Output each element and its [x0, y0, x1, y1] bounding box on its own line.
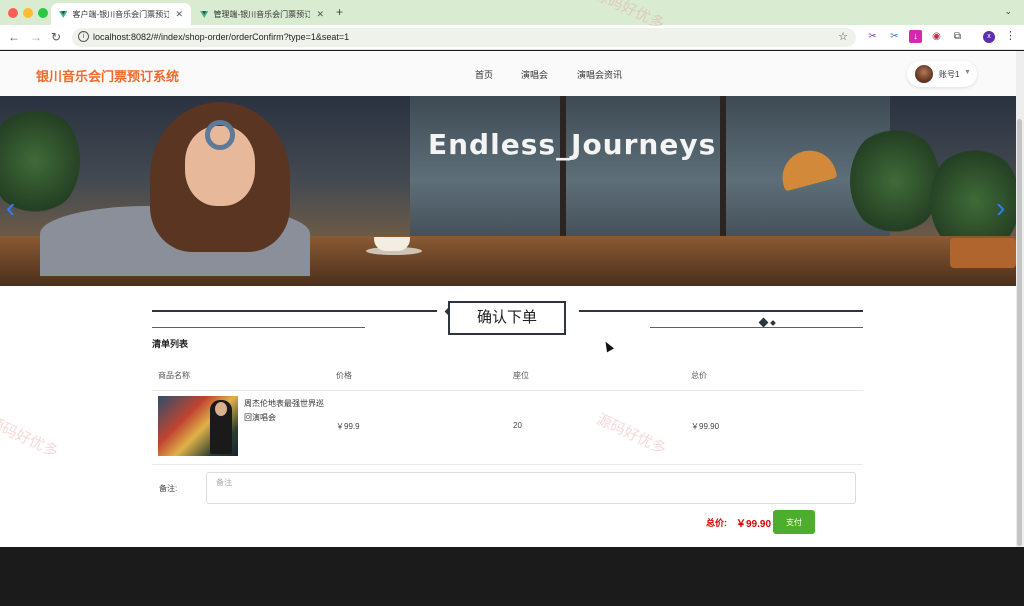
avatar — [915, 65, 933, 83]
maximize-window-button[interactable] — [38, 8, 48, 18]
column-header-price: 价格 — [336, 371, 352, 380]
product-price: ￥99.9 — [336, 422, 360, 431]
product-thumbnail — [158, 396, 238, 456]
banner-plant — [850, 126, 940, 236]
product-seat: 20 — [513, 421, 522, 430]
vue-icon — [200, 10, 209, 18]
tool-extension-icon[interactable]: ✂ — [888, 30, 901, 43]
forward-icon[interactable]: → — [30, 30, 42, 44]
banner-window-frame — [560, 96, 566, 236]
table-divider — [152, 390, 863, 391]
site-header: 银川音乐会门票预订系统 首页 演唱会 演唱会资讯 账号1 ▼ — [0, 51, 1016, 96]
banner-cup — [374, 237, 410, 251]
title-decoration — [579, 310, 863, 312]
carousel-prev-icon[interactable]: ‹ — [6, 194, 15, 222]
diamond-decoration — [770, 320, 776, 326]
site-brand[interactable]: 银川音乐会门票预订系统 — [36, 66, 179, 85]
tab-client[interactable]: 客户端-银川音乐会门票预订系统 ✕ — [51, 3, 191, 25]
banner-carousel[interactable]: Endless_Journeys ‹ › — [0, 96, 1016, 286]
remark-input[interactable] — [206, 472, 856, 504]
tab-title: 客户端-银川音乐会门票预订系统 — [72, 9, 170, 19]
banner-title: Endless_Journeys — [428, 128, 717, 161]
banner-pot — [950, 238, 1016, 268]
page-title: 确认下单 — [448, 301, 566, 335]
download-extension-icon[interactable]: ↓ — [909, 30, 922, 43]
title-decoration — [152, 327, 365, 328]
product-thumbnail-face — [215, 402, 227, 416]
carousel-next-icon[interactable]: › — [996, 194, 1005, 222]
extensions-puzzle-icon[interactable]: ⧉ — [951, 30, 964, 43]
bookmark-star-icon[interactable]: ☆ — [838, 30, 848, 43]
close-tab-icon[interactable]: ✕ — [316, 9, 324, 20]
title-decoration — [152, 310, 437, 312]
nav-concerts[interactable]: 演唱会 — [521, 68, 548, 81]
list-title: 清单列表 — [152, 339, 189, 349]
banner-window-frame — [720, 96, 726, 236]
new-tab-button[interactable]: + — [336, 5, 343, 19]
pay-button[interactable]: 支付 — [773, 510, 815, 534]
column-header-total: 总价 — [691, 371, 707, 380]
table-divider — [152, 464, 863, 465]
tab-title: 管理端-银川音乐会门票预订系统 — [213, 9, 311, 19]
browser-menu-icon[interactable]: ⋮ — [1005, 29, 1016, 42]
caret-down-icon: ▼ — [964, 69, 971, 76]
account-name: 账号1 — [939, 70, 960, 79]
nav-home[interactable]: 首页 — [475, 68, 493, 81]
product-name: 周杰伦地表最强世界巡回演唱会 — [244, 399, 324, 422]
total-value: ￥99.90 — [736, 519, 772, 530]
scissors-extension-icon[interactable]: ✂ — [866, 30, 879, 43]
tab-admin[interactable]: 管理端-银川音乐会门票预订系统 ✕ — [192, 3, 332, 25]
close-tab-icon[interactable]: ✕ — [175, 9, 183, 20]
column-header-product: 商品名称 — [158, 371, 190, 380]
watermark: 源码好优多 — [593, 410, 669, 458]
minimize-window-button[interactable] — [23, 8, 33, 18]
total-label: 总价: — [706, 518, 727, 528]
close-window-button[interactable] — [8, 8, 18, 18]
site-info-icon[interactable]: i — [78, 31, 89, 42]
scrollbar-thumb[interactable] — [1017, 119, 1022, 546]
profile-avatar[interactable]: x — [983, 31, 995, 43]
page-viewport: 银川音乐会门票预订系统 首页 演唱会 演唱会资讯 账号1 ▼ Endless_J… — [0, 51, 1016, 547]
vue-icon — [59, 10, 68, 18]
watermark: 源码好优多 — [0, 413, 61, 461]
product-total: ￥99.90 — [691, 422, 720, 431]
headphones-icon — [205, 120, 235, 150]
url-text: localhost:8082/#/index/shop-order/orderC… — [93, 32, 350, 42]
page-scrollbar[interactable] — [1016, 51, 1024, 547]
title-decoration — [650, 327, 863, 328]
nav-concert-news[interactable]: 演唱会资讯 — [577, 68, 622, 81]
order-confirm-section: 确认下单 清单列表 商品名称 价格 座位 总价 周杰伦地表最强世界巡回演唱会 ￥… — [0, 286, 1016, 547]
remark-label: 备注: — [159, 484, 178, 493]
diamond-decoration — [758, 317, 769, 328]
column-header-seat: 座位 — [513, 371, 529, 380]
address-bar[interactable]: i localhost:8082/#/index/shop-order/orde… — [72, 28, 856, 47]
account-menu[interactable]: 账号1 ▼ — [907, 61, 977, 87]
media-extension-icon[interactable]: ◉ — [930, 30, 943, 43]
reload-icon[interactable]: ↻ — [51, 30, 61, 44]
desktop-background — [0, 547, 1024, 606]
browser-tab-bar: 客户端-银川音乐会门票预订系统 ✕ 管理端-银川音乐会门票预订系统 ✕ + ⌄ — [0, 0, 1024, 25]
back-icon[interactable]: ← — [8, 30, 20, 44]
tab-search-icon[interactable]: ⌄ — [1004, 6, 1012, 17]
